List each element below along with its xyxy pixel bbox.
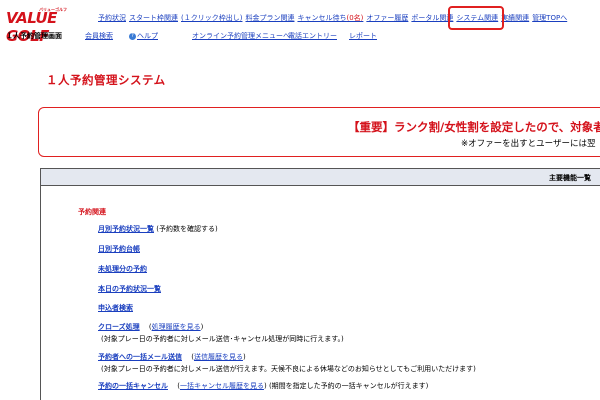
menu-item-close-process: クローズ処理 (処理履歴を見る) (対象プレー日の予約者に対しメール送信･キャン… [98,322,344,344]
member-search-link[interactable]: 会員検索 [85,31,113,41]
report-link[interactable]: レポート [349,31,377,41]
nav-one-click-slot[interactable]: (１クリック枠出し) [181,14,242,22]
paren-close: ) [242,353,246,361]
menu-item-daily-ledger: 日別予約台帳 [98,244,140,254]
important-notice: 【重要】ランク割/女性割を設定したので、対象者にオ ※オファーを出すとユーザーに… [38,107,600,157]
monthly-status-note: (予約数を確認する) [156,225,218,233]
close-process-link[interactable]: クローズ処理 [98,323,140,331]
paren-open: ( [170,382,180,390]
nav-cancel-wait-label: キャンセル待ち [297,14,347,22]
help-link[interactable]: ? ヘルプ [129,31,158,41]
value-golf-logo[interactable]: バリューゴルフ VALUE GOLF [6,7,96,45]
bulk-mail-description: (対象プレー日の予約者に対しメール送信が行えます。天候不良による休場などのお知ら… [101,365,476,373]
help-icon: ? [129,32,136,40]
menu-item-unprocessed: 未処理分の予約 [98,264,147,274]
section-label-reservation: 予約関連 [78,208,106,216]
bulk-mail-link[interactable]: 予約者への一括メール送信 [98,353,182,361]
today-status-link[interactable]: 本日の予約状況一覧 [98,285,161,293]
nav-admin-top[interactable]: 管理TOPへ [532,14,567,22]
notice-subtext: ※オファーを出すとユーザーには翌 [461,139,596,149]
nav-offer-history[interactable]: オファー履歴 [366,14,408,22]
bulk-cancel-link[interactable]: 予約の一括キャンセル [98,382,168,390]
nav-results[interactable]: 実績関連 [501,14,529,22]
current-screen-label: １人予約管理画面 [6,32,62,40]
menu-item-monthly-status: 月別予約状況一覧 (予約数を確認する) [98,224,218,234]
bulk-cancel-history-link[interactable]: 一括キャンセル履歴を見る [180,382,264,390]
send-history-link[interactable]: 送信履歴を見る [194,353,243,361]
nav-cancel-wait[interactable]: キャンセル待ち(0名) [297,14,363,22]
monthly-status-link[interactable]: 月別予約状況一覧 [98,225,154,233]
menu-item-applicant-search: 申込者検索 [98,303,133,313]
notice-headline: 【重要】ランク割/女性割を設定したので、対象者にオ [348,120,600,134]
cancel-wait-count: (0名) [346,14,364,22]
close-process-description: (対象プレー日の予約者に対しメール送信･キャンセル処理が同時に行えます。) [101,335,344,343]
phone-entry-link[interactable]: 電話エントリー [288,31,337,41]
panel-header: 主要機能一覧 [41,169,600,186]
system-nav-highlight [448,6,504,30]
help-link-label: ヘルプ [137,32,158,40]
nav-start-slot[interactable]: スタート枠関連 [129,14,178,22]
page-title: １人予約管理システム [46,73,166,87]
process-history-link[interactable]: 処理履歴を見る [152,323,201,331]
paren-open: ( [184,353,194,361]
main-functions-panel: 主要機能一覧 予約関連 月別予約状況一覧 (予約数を確認する) 日別予約台帳 未… [40,168,600,400]
nav-price-plan[interactable]: 料金プラン関連 [245,14,294,22]
menu-item-today-status: 本日の予約状況一覧 [98,284,161,294]
menu-item-bulk-cancel: 予約の一括キャンセル (一括キャンセル履歴を見る) (期間を指定した予約の一括キ… [98,381,428,391]
menu-item-bulk-mail: 予約者への一括メール送信 (送信履歴を見る) (対象プレー日の予約者に対しメール… [98,352,476,374]
top-header: バリューゴルフ VALUE GOLF 予約状況 スタート枠関連 (１クリック枠出し)… [0,0,600,45]
paren-close: ) [200,323,204,331]
bulk-cancel-note: (期間を指定した予約の一括キャンセルが行えます) [268,382,429,390]
applicant-search-link[interactable]: 申込者検索 [98,304,133,312]
nav-reservation-status[interactable]: 予約状況 [98,14,126,22]
panel-header-title: 主要機能一覧 [549,174,591,182]
online-menu-link[interactable]: オンライン予約管理メニューへ [192,31,290,41]
unprocessed-link[interactable]: 未処理分の予約 [98,265,147,273]
daily-ledger-link[interactable]: 日別予約台帳 [98,245,140,253]
paren-open: ( [141,323,152,331]
paren-close: ) [263,382,267,390]
